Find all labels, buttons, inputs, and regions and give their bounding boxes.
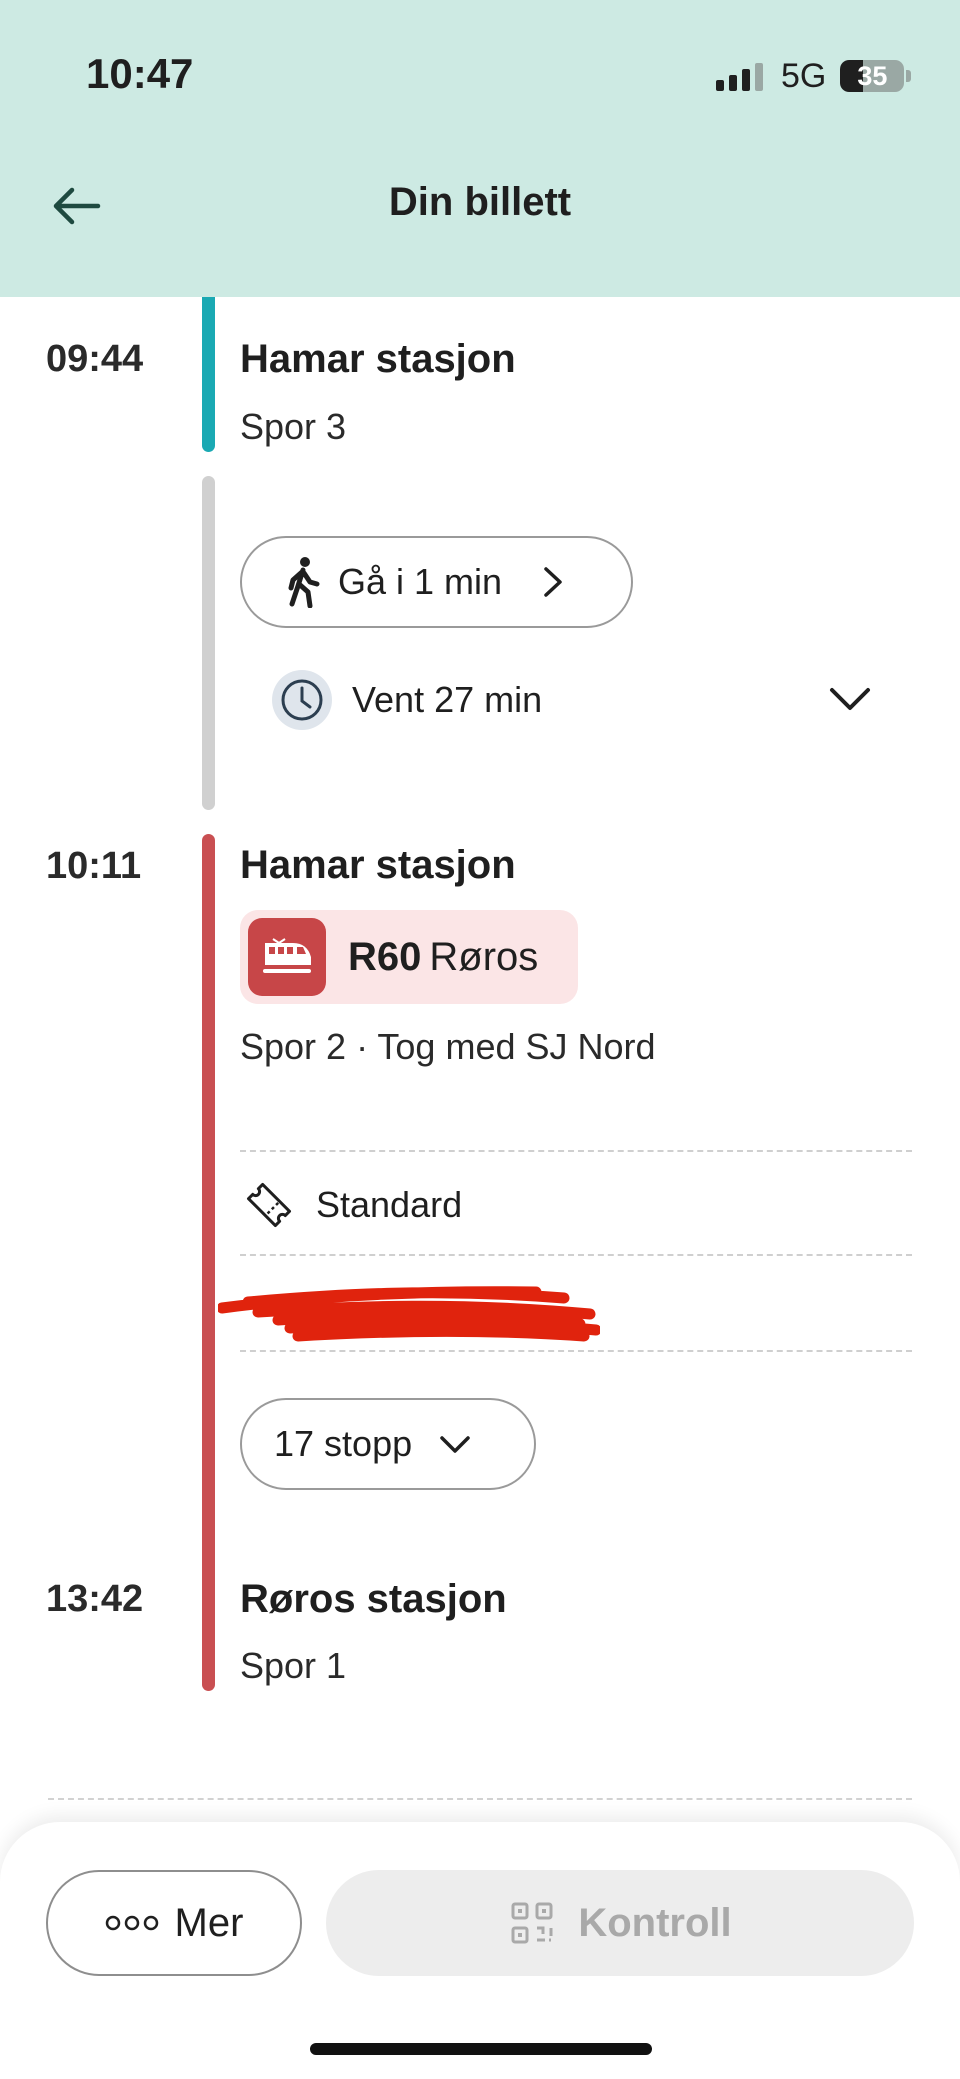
redaction-scribble — [218, 1286, 600, 1342]
station-name-2: Hamar stasjon — [240, 843, 516, 887]
wait-label: Vent 27 min — [352, 679, 543, 720]
ticket-icon — [246, 1182, 292, 1228]
line-code: R60 — [348, 934, 422, 979]
more-button[interactable]: Mer — [46, 1870, 302, 1976]
transfer-timeline-bar — [202, 476, 215, 810]
battery-icon: 35 — [840, 60, 905, 92]
chevron-down-icon[interactable] — [826, 680, 874, 720]
platform-operator: Spor 2 · Tog med SJ Nord — [240, 1026, 656, 1067]
chevron-down-icon — [440, 1436, 470, 1453]
fare-class: Standard — [316, 1184, 463, 1225]
stops-toggle-button[interactable]: 17 stopp — [240, 1398, 536, 1490]
signal-icon — [716, 61, 763, 91]
more-dots-icon — [105, 1915, 158, 1931]
control-label: Kontroll — [578, 1900, 732, 1945]
header: 10:47 5G 35 Din billett — [0, 0, 960, 297]
home-indicator — [310, 2043, 652, 2055]
fare-row: Standard — [244, 1180, 462, 1230]
page-title: Din billett — [388, 180, 572, 224]
leg1-timeline-bar — [202, 297, 215, 452]
status-time: 10:47 — [86, 50, 194, 97]
leg2-timeline-bar — [202, 834, 215, 1691]
departure-time-2: 10:11 — [46, 845, 142, 887]
platform-1: Spor 3 — [240, 406, 347, 447]
status-icons: 5G 35 — [716, 56, 912, 96]
network-label: 5G — [781, 56, 827, 95]
station-name-1: Hamar stasjon — [240, 337, 516, 381]
more-label: Mer — [174, 1900, 244, 1945]
walk-label: Gå i 1 min — [338, 561, 503, 602]
divider — [48, 1798, 912, 1800]
line-badge[interactable]: R60 Røros — [240, 910, 578, 1004]
wait-row: Vent 27 min — [272, 670, 542, 730]
divider — [240, 1254, 912, 1256]
stops-label: 17 stopp — [274, 1423, 413, 1464]
qr-code-icon — [511, 1902, 553, 1944]
arrival-platform: Spor 1 — [240, 1645, 347, 1686]
arrival-time: 13:42 — [46, 1578, 144, 1620]
walk-button[interactable]: Gå i 1 min — [240, 536, 633, 628]
divider — [240, 1150, 912, 1152]
chevron-right-icon — [544, 567, 562, 597]
line-destination: Røros — [429, 934, 539, 979]
departure-time-1: 09:44 — [46, 338, 144, 380]
battery-level: 35 — [857, 60, 888, 91]
arrival-station: Røros stasjon — [240, 1577, 507, 1621]
train-icon — [248, 918, 326, 996]
clock-icon — [272, 670, 332, 730]
control-button[interactable]: Kontroll — [326, 1870, 914, 1976]
divider — [240, 1350, 912, 1352]
walk-icon — [288, 557, 320, 608]
